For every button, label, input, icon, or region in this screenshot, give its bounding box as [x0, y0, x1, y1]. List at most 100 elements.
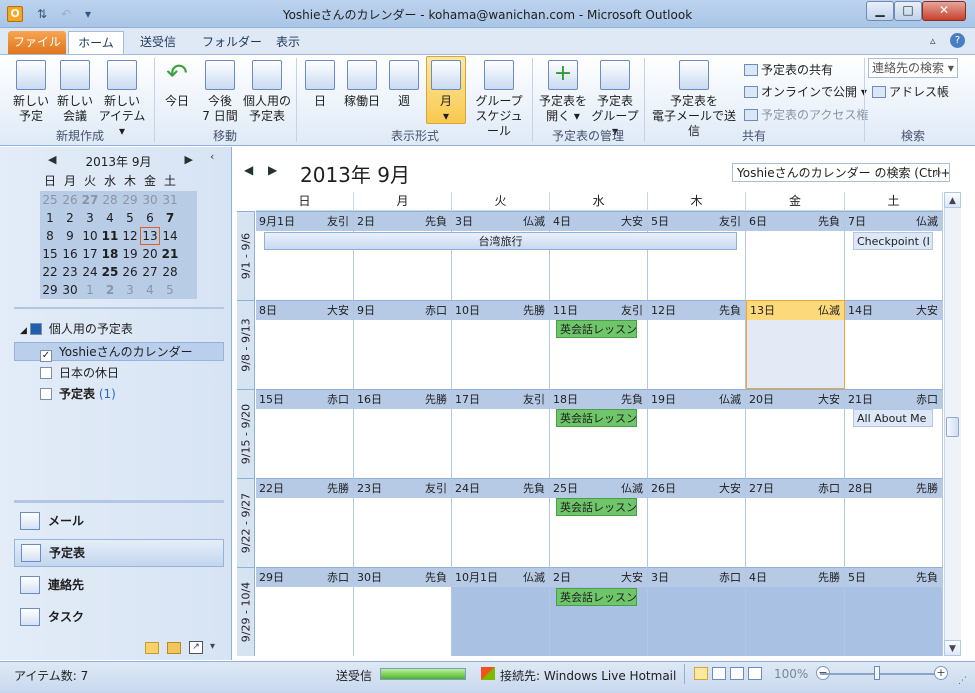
week-label[interactable]: 9/15 - 9/20	[237, 389, 255, 478]
reading-view-icon[interactable]	[712, 667, 726, 680]
month-view-button[interactable]: 月 ▾	[426, 56, 466, 124]
mini-day[interactable]: 24	[80, 263, 100, 281]
event-all-about-me[interactable]: All About Me	[853, 409, 933, 427]
publish-online-button[interactable]: オンラインで公開 ▾	[744, 83, 867, 100]
day-cell[interactable]: 10日 先勝	[452, 300, 550, 389]
group-checkbox[interactable]	[29, 323, 42, 335]
mini-day[interactable]: 5	[160, 281, 180, 299]
week-label[interactable]: 9/29 - 10/4	[237, 567, 255, 656]
mini-day[interactable]: 27	[80, 191, 100, 209]
mini-next-icon[interactable]: ▶	[185, 153, 193, 166]
normal-view-icon[interactable]	[694, 667, 708, 680]
day-cell[interactable]: 12日 先負	[648, 300, 746, 389]
nav-mail[interactable]: メール	[20, 508, 220, 536]
mini-day[interactable]: 23	[60, 263, 80, 281]
contact-search-input[interactable]: 連絡先の検索 ▾	[868, 58, 958, 78]
mini-day[interactable]: 30	[140, 191, 160, 209]
day-cell[interactable]: 18日 先負	[550, 389, 648, 478]
day-cell[interactable]: 3日 赤口	[648, 567, 746, 656]
day-cell[interactable]: 14日 大安	[845, 300, 943, 389]
close-button[interactable]: ✕	[922, 1, 966, 21]
new-appointment-button[interactable]: 新しい 予定	[10, 60, 52, 124]
mini-day[interactable]: 7	[160, 209, 180, 227]
day-cell[interactable]: 7日 仏滅	[845, 211, 943, 300]
mini-day[interactable]: 3	[80, 209, 100, 227]
nav-tasks[interactable]: タスク	[20, 604, 220, 632]
day-cell[interactable]: 2日 先負	[354, 211, 452, 300]
folder-icon[interactable]	[167, 642, 181, 654]
send-receive-icon[interactable]: ⇅	[34, 6, 50, 22]
splitter[interactable]	[14, 500, 224, 503]
mini-day[interactable]: 22	[40, 263, 60, 281]
mini-day[interactable]: 11	[100, 227, 120, 245]
day-cell[interactable]: 4日 大安	[550, 211, 648, 300]
day-cell[interactable]: 9日 赤口	[354, 300, 452, 389]
work-week-view-button[interactable]: 稼働日	[340, 60, 384, 109]
scroll-thumb[interactable]	[946, 417, 959, 437]
event-english-lesson[interactable]: 英会話レッスン	[556, 588, 637, 606]
mini-day[interactable]: 10	[80, 227, 100, 245]
mini-day[interactable]: 25	[100, 263, 120, 281]
day-cell[interactable]: 6日 先負	[746, 211, 845, 300]
week-label[interactable]: 9/8 - 9/13	[237, 300, 255, 389]
help-icon[interactable]: ?	[950, 33, 965, 48]
tab-send-receive[interactable]: 送受信	[130, 31, 186, 54]
shortcuts-icon[interactable]: ↗	[189, 641, 203, 654]
mini-day[interactable]: 6	[140, 209, 160, 227]
day-cell[interactable]: 27日 赤口	[746, 478, 845, 567]
mini-day-today[interactable]: 13	[140, 227, 160, 245]
mini-day[interactable]: 19	[120, 245, 140, 263]
maximize-button[interactable]: □	[894, 1, 922, 21]
checkbox[interactable]	[40, 367, 52, 379]
day-cell[interactable]: 9月1日 友引	[256, 211, 354, 300]
mini-day[interactable]: 20	[140, 245, 160, 263]
mini-day[interactable]: 18	[100, 245, 120, 263]
day-cell[interactable]: 11日 友引	[550, 300, 648, 389]
mini-day[interactable]: 4	[100, 209, 120, 227]
mini-day[interactable]: 26	[60, 191, 80, 209]
checked-checkbox[interactable]: ✓	[40, 350, 52, 362]
mini-day[interactable]: 25	[40, 191, 60, 209]
outlook-app-icon[interactable]: O	[7, 6, 23, 22]
mini-day[interactable]: 16	[60, 245, 80, 263]
mini-day[interactable]: 28	[100, 191, 120, 209]
mini-day[interactable]: 30	[60, 281, 80, 299]
mini-day[interactable]: 4	[140, 281, 160, 299]
day-view-button[interactable]: 日	[302, 60, 338, 109]
mini-day[interactable]: 28	[160, 263, 180, 281]
scroll-down-icon[interactable]: ▼	[944, 640, 961, 656]
list-view-icon[interactable]	[730, 667, 744, 680]
day-cell[interactable]: 29日 赤口	[256, 567, 354, 656]
mini-day[interactable]: 29	[120, 191, 140, 209]
calendar-item-yoshie[interactable]: ✓ Yoshieさんのカレンダー	[40, 343, 193, 362]
mini-day[interactable]: 21	[160, 245, 180, 263]
configure-buttons-icon[interactable]: ▾	[210, 641, 215, 652]
day-cell[interactable]: 8日 大安	[256, 300, 354, 389]
event-english-lesson[interactable]: 英会話レッスン	[556, 498, 637, 516]
day-cell[interactable]: 15日 赤口	[256, 389, 354, 478]
calendar-group-header[interactable]: ◢ 個人用の予定表	[20, 320, 133, 337]
new-meeting-button[interactable]: 新しい 会議	[54, 60, 96, 124]
tab-file[interactable]: ファイル	[8, 31, 66, 54]
search-icon[interactable]: ⌕	[935, 165, 942, 180]
week-view-button[interactable]: 週	[386, 60, 422, 109]
tab-home[interactable]: ホーム	[68, 31, 124, 54]
mini-day[interactable]: 31	[160, 191, 180, 209]
calendar-item-default[interactable]: 予定表 (1)	[40, 385, 116, 402]
mini-day[interactable]: 12	[120, 227, 140, 245]
mini-day[interactable]: 8	[40, 227, 60, 245]
day-cell[interactable]: 10月1日 仏滅	[452, 567, 550, 656]
day-cell[interactable]: 3日 仏滅	[452, 211, 550, 300]
day-cell[interactable]: 25日 仏滅	[550, 478, 648, 567]
collapse-nav-icon[interactable]: ‹	[210, 150, 214, 163]
mini-day[interactable]: 1	[40, 209, 60, 227]
day-cell[interactable]: 21日 赤口	[845, 389, 943, 478]
event-english-lesson[interactable]: 英会話レッスン	[556, 320, 637, 338]
mini-day[interactable]: 2	[60, 209, 80, 227]
day-cell[interactable]: 26日 大安	[648, 478, 746, 567]
notes-icon[interactable]	[145, 642, 159, 654]
mini-day[interactable]: 27	[140, 263, 160, 281]
day-cell[interactable]: 5日 友引	[648, 211, 746, 300]
mini-day[interactable]: 14	[160, 227, 180, 245]
calendar-permissions-button[interactable]: 予定表のアクセス権	[744, 106, 868, 123]
